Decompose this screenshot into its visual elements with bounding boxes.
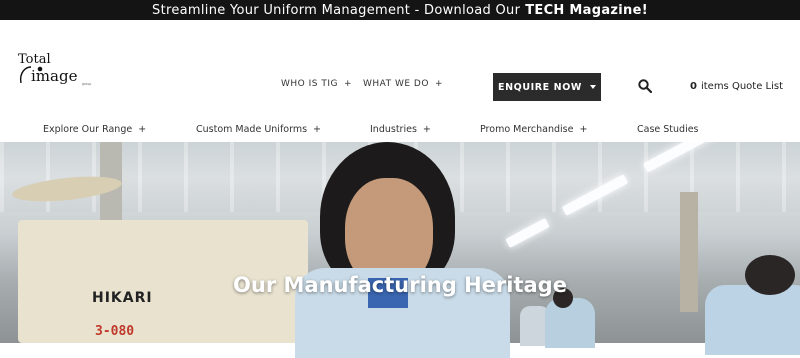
background-worker <box>545 298 595 348</box>
nav-what-we-do[interactable]: WHAT WE DO + <box>363 79 443 89</box>
caret-down-icon <box>589 85 596 89</box>
promo-banner[interactable]: Streamline Your Uniform Management - Dow… <box>0 0 800 20</box>
nav-promo-merchandise-label: Promo Merchandise <box>480 124 574 135</box>
enquire-now-label: ENQUIRE NOW <box>498 81 582 93</box>
promo-banner-text: Streamline Your Uniform Management - Dow… <box>152 2 521 18</box>
nav-custom-made-uniforms[interactable]: Custom Made Uniforms + <box>196 124 321 135</box>
hero-title: Our Manufacturing Heritage <box>233 273 567 297</box>
plus-icon: + <box>579 124 588 135</box>
nav-case-studies-label: Case Studies <box>637 124 699 135</box>
site-logo[interactable]: Total image group <box>18 50 100 86</box>
nav-explore-our-range[interactable]: Explore Our Range + <box>43 124 146 135</box>
nav-explore-our-range-label: Explore Our Range <box>43 124 133 135</box>
nav-custom-made-uniforms-label: Custom Made Uniforms <box>196 124 308 135</box>
plus-icon: + <box>343 79 353 89</box>
logo-line2: image <box>31 67 78 85</box>
ceiling-light <box>505 218 550 248</box>
plus-icon: + <box>313 124 322 135</box>
promo-banner-highlight[interactable]: TECH Magazine! <box>525 3 648 18</box>
nav-who-is-tig[interactable]: WHO IS TIG + <box>281 79 352 89</box>
quote-list-link[interactable]: 0 items Quote List <box>690 81 783 92</box>
search-icon[interactable] <box>638 79 652 93</box>
plus-icon: + <box>434 79 443 89</box>
nav-case-studies[interactable]: Case Studies <box>637 124 699 135</box>
site-header: Total image group WHO IS TIG + WHAT WE DO… <box>0 20 800 142</box>
logo-sub: group <box>82 82 91 86</box>
nav-promo-merchandise[interactable]: Promo Merchandise + <box>480 124 587 135</box>
nav-who-is-tig-label: WHO IS TIG <box>281 79 338 89</box>
plus-icon: + <box>138 124 147 135</box>
quote-list-label: items Quote List <box>700 81 784 92</box>
nav-industries-label: Industries <box>370 124 417 135</box>
plus-icon: + <box>422 124 431 135</box>
logo-line1: Total <box>18 52 51 67</box>
machine-model-label: 3-080 <box>95 324 135 339</box>
enquire-now-button[interactable]: ENQUIRE NOW <box>493 73 601 101</box>
nav-what-we-do-label: WHAT WE DO <box>363 79 429 89</box>
quote-count: 0 <box>690 81 697 92</box>
nav-industries[interactable]: Industries + <box>370 124 431 135</box>
